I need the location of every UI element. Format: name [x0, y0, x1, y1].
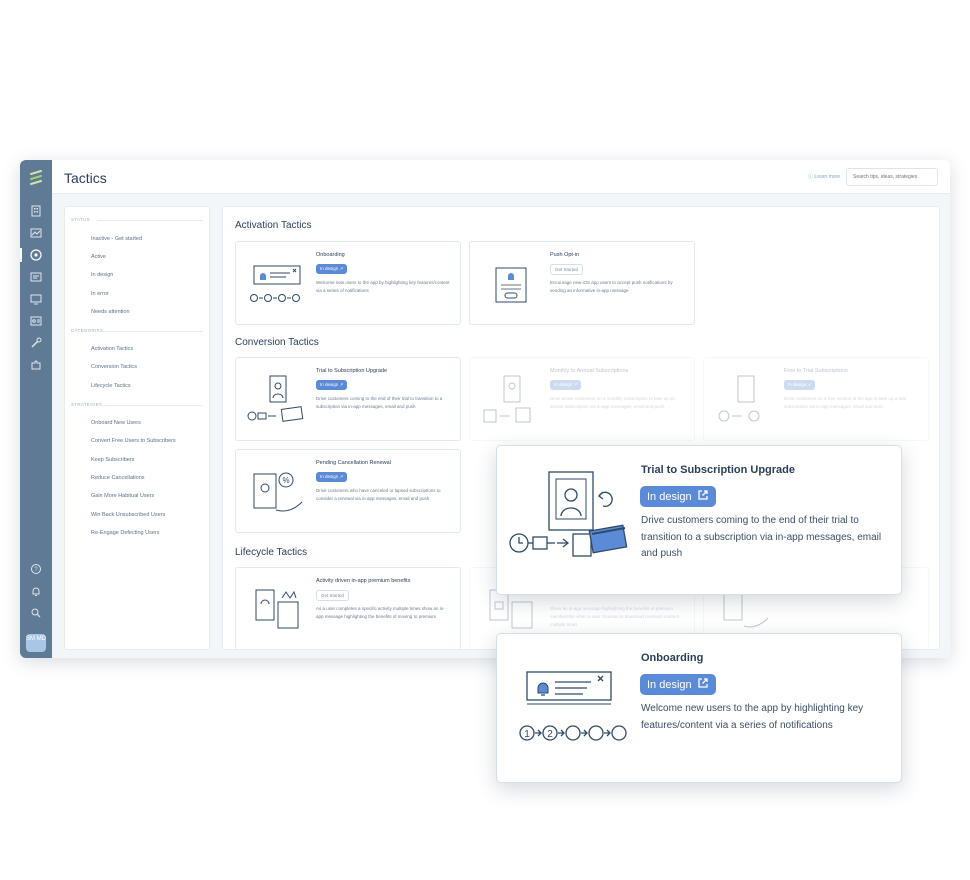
filter-strategy-win-back[interactable]: Win Back Unsubscribed Users — [91, 512, 165, 518]
tactic-card-trial-upgrade[interactable]: Trial to Subscription Upgrade In design … — [235, 357, 461, 441]
card-title: Activity driven in-app premium benefits — [316, 578, 411, 584]
page-title: Tactics — [64, 170, 107, 186]
card-description: Drive customers who have canceled or lap… — [316, 488, 441, 501]
svg-text:1: 1 — [524, 729, 530, 740]
status-badge[interactable]: In design — [640, 486, 716, 507]
activity-premium-illustration — [255, 589, 299, 629]
strategies-header: STRATEGIES — [71, 402, 203, 407]
tools-icon[interactable] — [29, 336, 43, 350]
help-icon[interactable]: ? — [29, 562, 43, 576]
id-card-icon[interactable] — [29, 314, 43, 328]
building-icon[interactable] — [29, 204, 43, 218]
popup-description: Drive customers coming to the end of the… — [641, 515, 882, 559]
popup-title: Onboarding — [641, 652, 704, 664]
external-link-icon — [698, 678, 708, 688]
filter-status-in-design[interactable]: In design — [91, 272, 113, 278]
screen-icon[interactable] — [29, 292, 43, 306]
target-icon[interactable] — [29, 248, 43, 262]
status-badge[interactable]: In design — [640, 674, 716, 695]
svg-text:2: 2 — [547, 729, 553, 740]
free-trial-illustration — [718, 375, 760, 422]
section-title-lifecycle: Lifecycle Tactics — [235, 547, 308, 558]
learn-more-link[interactable]: ⓘ Learn more — [808, 173, 840, 180]
onboarding-illustration — [250, 265, 301, 302]
search-icon[interactable] — [29, 606, 43, 620]
tactic-card-push-opt-in[interactable]: Push Opt-in Get Started Encourage new iO… — [469, 241, 695, 325]
avatar[interactable]: SM MD — [26, 634, 46, 652]
chart-icon[interactable] — [29, 226, 43, 240]
card-description: Drive customers on a free version of the… — [784, 396, 906, 409]
status-badge[interactable]: In design ↗ — [316, 472, 348, 482]
card-description: Encourage new iOS app users to accept pu… — [550, 280, 673, 293]
external-link-icon — [698, 490, 708, 500]
filter-status-active[interactable]: Active — [91, 254, 106, 260]
tactic-card-free-to-trial[interactable]: Free to Trial Subscriptions In design ↗ … — [703, 357, 929, 441]
search-input[interactable] — [846, 168, 938, 186]
status-badge[interactable]: In design ↗ — [316, 264, 348, 274]
push-opt-in-illustration — [495, 267, 527, 303]
svg-text:?: ? — [34, 567, 38, 573]
app-logo-icon[interactable] — [28, 168, 44, 188]
popup-description: Welcome new users to the app by highligh… — [641, 703, 864, 731]
card-title: Free to Trial Subscriptions — [784, 368, 848, 374]
status-badge[interactable]: In design ↗ — [550, 380, 582, 390]
card-description: Welcome new users to the app by highligh… — [316, 280, 450, 293]
filter-strategy-re-engage[interactable]: Re-Engage Defecting Users — [91, 530, 159, 536]
tactic-card-activity-premium[interactable]: Activity driven in-app premium benefits … — [235, 567, 461, 649]
filter-strategy-gain[interactable]: Gain More Habitual Users — [91, 493, 154, 499]
card-title: Pending Cancellation Renewal — [316, 460, 391, 466]
nav-rail: ? SM MD — [20, 160, 52, 658]
pending-cancellation-illustration: % — [253, 472, 303, 512]
categories-header: CATEGORIES — [71, 328, 203, 333]
filter-strategy-convert[interactable]: Convert Free Users to Subscribers — [91, 438, 176, 444]
active-nav-indicator — [20, 248, 22, 262]
status-badge[interactable]: Get Started — [550, 264, 584, 275]
status-header: STATUS — [71, 217, 203, 222]
card-description: Drive customers coming to the end of the… — [316, 396, 443, 409]
filter-status-needs-attention[interactable]: Needs attention — [91, 309, 130, 315]
bell-icon[interactable] — [29, 584, 43, 598]
section-title-activation: Activation Tactics — [235, 220, 312, 231]
onboarding-large-illustration: 1 2 — [519, 671, 627, 741]
popup-card-trial-upgrade[interactable]: Trial to Subscription Upgrade In design … — [496, 445, 902, 595]
card-description: Drive active customers on a monthly subs… — [550, 396, 676, 409]
filter-strategy-keep[interactable]: Keep Subscribers — [91, 457, 134, 463]
tactic-card-monthly-to-annual[interactable]: Monthly to Annual Subscriptions In desig… — [469, 357, 695, 441]
filter-panel: STATUS Inactive - Get started Active In … — [64, 206, 210, 650]
message-icon[interactable] — [29, 270, 43, 284]
puzzle-icon[interactable] — [29, 358, 43, 372]
status-badge[interactable]: Get Started — [316, 590, 350, 601]
filter-category-conversion[interactable]: Conversion Tactics — [91, 364, 137, 370]
filter-category-activation[interactable]: Activation Tactics — [91, 346, 133, 352]
filter-status-inactive[interactable]: Inactive - Get started — [91, 236, 142, 242]
filter-strategy-reduce[interactable]: Reduce Cancellations — [91, 475, 145, 481]
popup-title: Trial to Subscription Upgrade — [641, 464, 796, 476]
filter-status-in-error[interactable]: In error — [91, 291, 109, 297]
page-header: Tactics ⓘ Learn more — [52, 160, 950, 194]
filter-category-lifecycle[interactable]: Lifecycle Tactics — [91, 383, 131, 389]
card-title: Onboarding — [316, 252, 345, 258]
svg-text:%: % — [282, 476, 289, 485]
card-title: Push Opt-in — [550, 252, 580, 258]
card-description: As a user completes a specific activity … — [316, 606, 445, 619]
monthly-annual-illustration — [483, 375, 531, 423]
tactic-card-pending-cancellation[interactable]: % Pending Cancellation Renewal In design… — [235, 449, 461, 533]
section-title-conversion: Conversion Tactics — [235, 337, 319, 348]
tactic-card-onboarding[interactable]: Onboarding In design ↗ Welcome new users… — [235, 241, 461, 325]
popup-card-onboarding[interactable]: 1 2 Onboarding In design Welcome new use… — [496, 633, 902, 783]
trial-upgrade-illustration — [247, 375, 304, 422]
card-description: Show an in-app message highlighting the … — [550, 606, 679, 627]
trial-upgrade-large-illustration — [509, 471, 628, 557]
card-title: Monthly to Annual Subscriptions — [550, 368, 629, 374]
card-title: Trial to Subscription Upgrade — [316, 368, 388, 374]
status-badge[interactable]: In design ↗ — [784, 380, 816, 390]
filter-strategy-onboard[interactable]: Onboard New Users — [91, 420, 141, 426]
status-badge[interactable]: In design ↗ — [316, 380, 348, 390]
